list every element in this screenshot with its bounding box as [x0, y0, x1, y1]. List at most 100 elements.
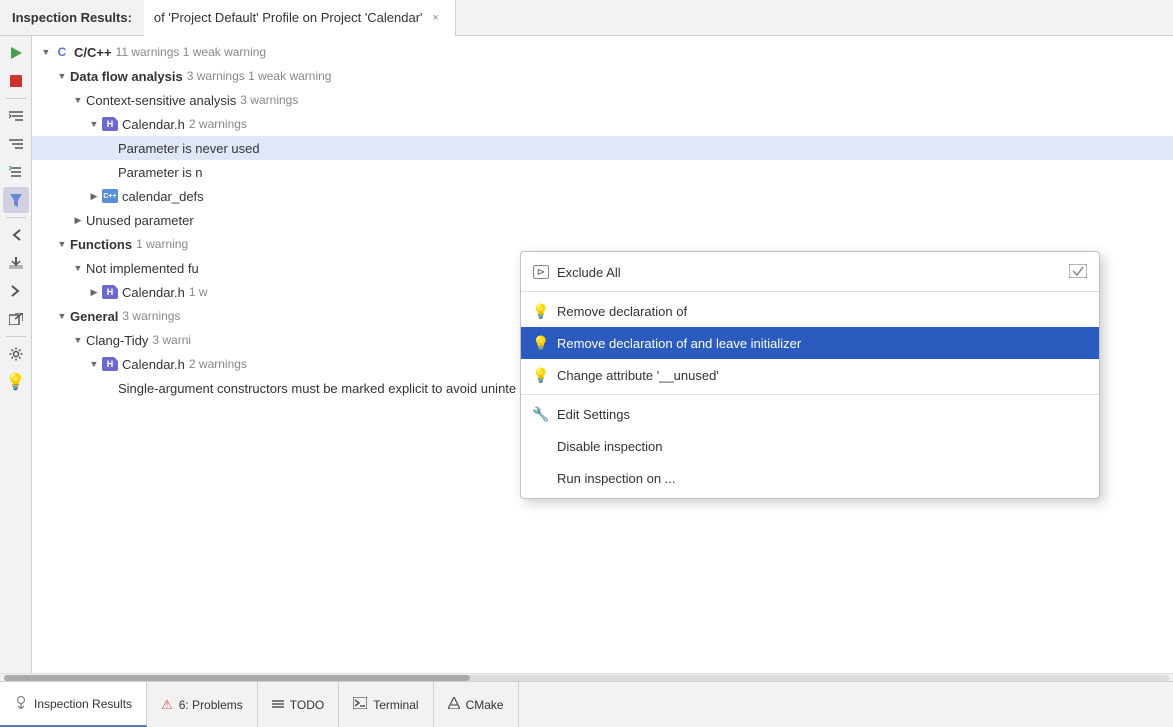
tab-close-button[interactable]: × [429, 11, 443, 25]
next-button[interactable] [3, 278, 29, 304]
h-badge: H [102, 117, 118, 131]
active-tab[interactable]: of 'Project Default' Profile on Project … [144, 0, 456, 36]
status-tab-terminal[interactable]: Terminal [339, 682, 433, 727]
bulb-yellow-icon: 💡 [533, 303, 549, 319]
collapse-all-button[interactable] [3, 131, 29, 157]
export-button[interactable] [3, 250, 29, 276]
tree-node-count: 3 warnings 1 weak warning [187, 69, 332, 83]
tree-row[interactable]: ▼ Context-sensitive analysis 3 warnings [32, 88, 1173, 112]
arrow-icon: ▼ [86, 356, 102, 372]
run-button[interactable] [3, 40, 29, 66]
menu-item-change-attr[interactable]: 💡 Change attribute '__unused' [521, 359, 1099, 391]
tree-content[interactable]: ▼ C C/C++ 11 warnings 1 weak warning ▼ D… [32, 36, 1173, 673]
tree-node-label: Calendar.h [122, 117, 185, 132]
status-tab-label: 6: Problems [179, 698, 243, 712]
tree-node-count: 1 warning [136, 237, 188, 251]
tab-bar: Inspection Results: of 'Project Default'… [0, 0, 1173, 36]
scrollbar-thumb[interactable] [4, 675, 470, 681]
tree-node-label: General [70, 309, 118, 324]
tree-node-count: 1 w [189, 285, 208, 299]
tree-row[interactable]: ▶ C++ calendar_defs [32, 184, 1173, 208]
arrow-icon: ▶ [70, 212, 86, 228]
cmake-icon [448, 697, 460, 712]
tree-node-count: 3 warnings [122, 309, 180, 323]
tree-node-label: C/C++ [74, 45, 112, 60]
tree-node-label: Clang-Tidy [86, 333, 148, 348]
menu-item-label: Edit Settings [557, 407, 1087, 422]
prev-button[interactable] [3, 222, 29, 248]
panel-title: Inspection Results: [0, 10, 144, 25]
menu-item-disable-inspection[interactable]: Disable inspection [521, 430, 1099, 462]
tree-node-count: 3 warni [152, 333, 191, 347]
problems-icon: ⚠ [161, 697, 173, 713]
quick-fix-button[interactable]: 💡 [3, 369, 29, 395]
toolbar-sep-1 [6, 98, 26, 99]
scrollbar-track[interactable] [4, 675, 1169, 681]
jump-to-source-button[interactable] [3, 306, 29, 332]
menu-item-label: Run inspection on ... [557, 471, 1087, 486]
left-toolbar: 💡 [0, 36, 32, 673]
exclude-icon: ⊳ [533, 264, 549, 280]
settings-button[interactable] [3, 341, 29, 367]
status-bar: Inspection Results ⚠ 6: Problems TODO Te… [0, 681, 1173, 727]
tree-row[interactable]: Parameter is n [32, 160, 1173, 184]
tree-leaf-label: Parameter is never used [118, 141, 260, 156]
tree-node-label: Context-sensitive analysis [86, 93, 236, 108]
filter-button[interactable] [3, 187, 29, 213]
menu-item-exclude-all[interactable]: ⊳ Exclude All [521, 256, 1099, 288]
bulb-orange-icon: 💡 [533, 335, 549, 351]
bulb-yellow-icon-2: 💡 [533, 367, 549, 383]
tree-node-label: Calendar.h [122, 357, 185, 372]
empty-icon [533, 438, 549, 454]
tree-node-count: 2 warnings [189, 117, 247, 131]
tree-leaf-label: Single-argument constructors must be mar… [118, 381, 516, 396]
tree-row[interactable]: ▼ H Calendar.h 2 warnings [32, 112, 1173, 136]
tree-row[interactable]: ▼ C C/C++ 11 warnings 1 weak warning [32, 40, 1173, 64]
menu-item-label: Disable inspection [557, 439, 1087, 454]
status-tab-problems[interactable]: ⚠ 6: Problems [147, 682, 258, 727]
exclude-badge: ⊳ [533, 265, 549, 279]
menu-item-remove-decl-init[interactable]: 💡 Remove declaration of and leave initia… [521, 327, 1099, 359]
main-area: 💡 ▼ C C/C++ 11 warnings 1 weak warning ▼… [0, 36, 1173, 673]
status-tab-label: CMake [466, 698, 504, 712]
status-tab-todo[interactable]: TODO [258, 682, 339, 727]
wrench-icon: 🔧 [533, 406, 549, 422]
stop-button[interactable] [3, 68, 29, 94]
cpp-file-icon: C++ [102, 188, 118, 204]
tree-node-count: 2 warnings [189, 357, 247, 371]
tree-node-label: Data flow analysis [70, 69, 183, 84]
status-tab-inspection-results[interactable]: Inspection Results [0, 682, 147, 727]
tree-node-count: 3 warnings [240, 93, 298, 107]
scrollbar-area[interactable] [0, 673, 1173, 681]
menu-item-edit-settings[interactable]: 🔧 Edit Settings [521, 398, 1099, 430]
menu-item-remove-decl[interactable]: 💡 Remove declaration of [521, 295, 1099, 327]
cpp-badge: C++ [102, 189, 118, 203]
todo-icon [272, 697, 284, 712]
h-file-icon: H [102, 116, 118, 132]
status-tab-cmake[interactable]: CMake [434, 682, 519, 727]
arrow-icon: ▼ [54, 236, 70, 252]
empty-icon-2 [533, 470, 549, 486]
arrow-icon: ▼ [86, 116, 102, 132]
status-tab-label: Inspection Results [34, 697, 132, 711]
context-menu: ⊳ Exclude All 💡 Remove declaration of 💡 [520, 251, 1100, 499]
tree-node-count: 11 warnings 1 weak warning [116, 45, 267, 59]
menu-item-label: Remove declaration of and leave initiali… [557, 336, 1087, 351]
expand-all-button[interactable] [3, 103, 29, 129]
h-badge: H [102, 285, 118, 299]
menu-item-label: Remove declaration of [557, 304, 1087, 319]
terminal-icon [353, 697, 367, 712]
arrow-icon: ▶ [86, 188, 102, 204]
group-by-button[interactable] [3, 159, 29, 185]
tree-row[interactable]: ▼ Data flow analysis 3 warnings 1 weak w… [32, 64, 1173, 88]
tree-node-label: Unused parameter [86, 213, 194, 228]
tree-row[interactable]: Parameter is never used [32, 136, 1173, 160]
menu-item-run-inspection[interactable]: Run inspection on ... [521, 462, 1099, 494]
menu-item-shortcut [1069, 264, 1087, 281]
tab-label: of 'Project Default' Profile on Project … [154, 10, 423, 25]
menu-item-label: Exclude All [557, 265, 1061, 280]
tree-row[interactable]: ▶ Unused parameter [32, 208, 1173, 232]
status-tab-label: Terminal [373, 698, 418, 712]
h-file-icon: H [102, 356, 118, 372]
arrow-icon: ▼ [54, 68, 70, 84]
